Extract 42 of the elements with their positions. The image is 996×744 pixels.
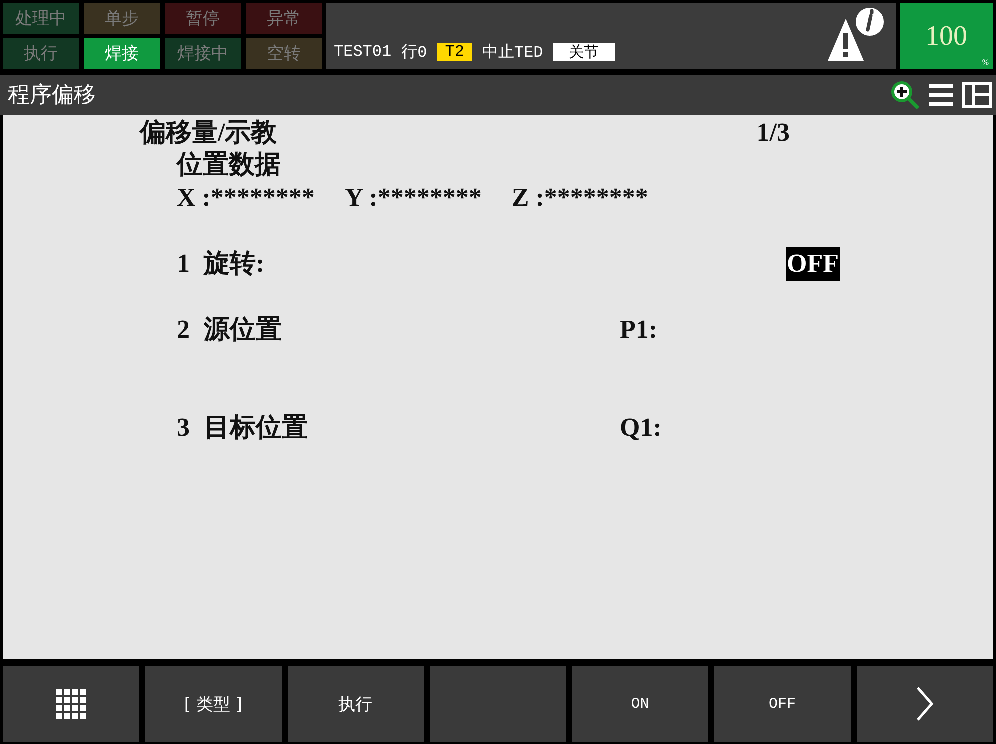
grid-icon — [55, 688, 88, 720]
screen-title: 程序偏移 — [8, 82, 96, 110]
coordinate-value: Y :******** — [344, 182, 482, 214]
item-number: 1 — [177, 248, 190, 280]
status-light: 焊接 — [84, 38, 160, 69]
item-label[interactable]: 目标位置 — [204, 411, 308, 445]
coordinate-badge: 关节 — [553, 43, 616, 61]
item-label[interactable]: 源位置 — [204, 313, 282, 347]
speed-override[interactable]: 100 % — [900, 3, 993, 69]
status-light: 单步 — [84, 3, 160, 34]
menu-grid-button[interactable] — [3, 666, 140, 742]
split-view-icon[interactable] — [962, 82, 992, 108]
function-key[interactable]: OFF — [714, 666, 851, 742]
speed-unit: % — [982, 58, 989, 67]
status-light: 空转 — [246, 38, 322, 69]
item-value[interactable]: P1: — [620, 315, 658, 344]
status-light: 暂停 — [165, 3, 241, 34]
status-light: 执行 — [3, 38, 79, 69]
status-light: 焊接中 — [165, 38, 241, 69]
status-text: 中止TED — [482, 42, 544, 62]
zoom-in-icon[interactable] — [890, 80, 920, 110]
function-key[interactable]: [ 类型 ] — [145, 666, 282, 742]
program-name: TEST01 — [334, 43, 392, 61]
status-light: 异常 — [246, 3, 322, 34]
line-number: 行0 — [402, 42, 428, 62]
section-title: 偏移量/示教 — [140, 117, 278, 149]
function-key[interactable]: 执行 — [288, 666, 424, 742]
function-key[interactable]: ON — [572, 666, 708, 742]
mode-badge: T2 — [437, 43, 472, 61]
item-value[interactable]: OFF — [786, 247, 840, 281]
page-number: 1/3 — [756, 117, 790, 149]
menu-icon[interactable] — [928, 82, 954, 108]
chevron-right-icon — [914, 686, 935, 722]
status-light: 处理中 — [3, 3, 79, 34]
item-number: 2 — [177, 314, 190, 346]
coordinate-value: X :******** — [177, 182, 315, 214]
position-data-label: 位置数据 — [177, 149, 282, 181]
item-label[interactable]: 旋转: — [204, 247, 265, 281]
coordinate-value: Z :******** — [512, 182, 648, 214]
item-value[interactable]: Q1: — [620, 413, 662, 442]
item-number: 3 — [177, 412, 190, 444]
speed-value: 100 — [926, 21, 968, 54]
